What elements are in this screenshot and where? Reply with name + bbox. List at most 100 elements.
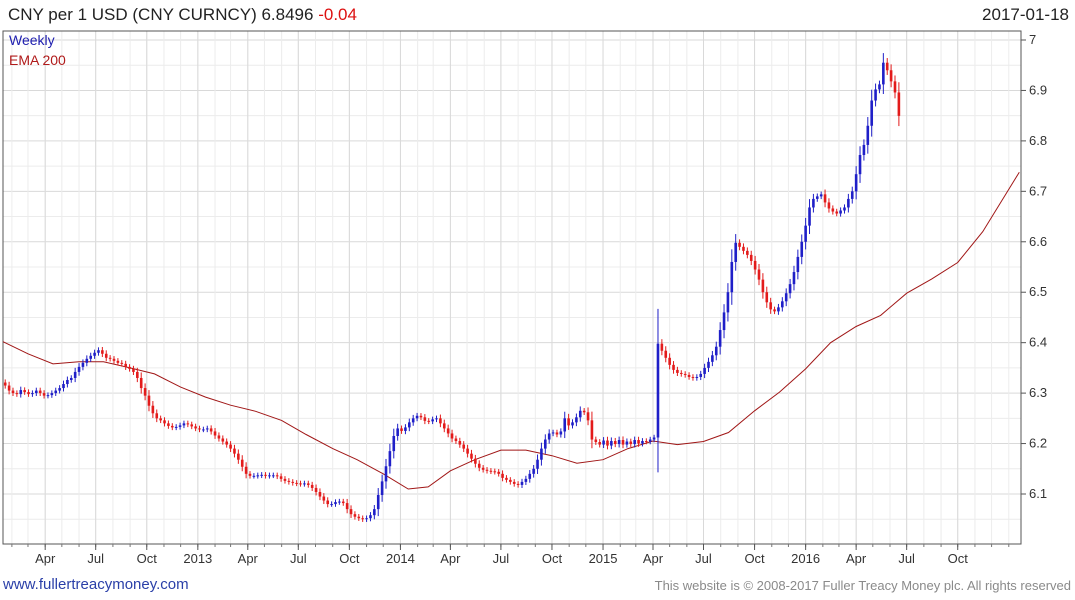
- candle-down: [660, 343, 664, 351]
- x-tick-label: Apr: [35, 551, 56, 566]
- candle-up: [610, 441, 613, 446]
- candle-down: [687, 374, 691, 377]
- candle-down: [501, 473, 504, 478]
- candle-up: [85, 358, 89, 363]
- y-tick-label: 6.6: [1029, 234, 1047, 249]
- candle-down: [155, 413, 159, 419]
- candle-down: [240, 459, 244, 467]
- x-tick-label: Apr: [846, 551, 867, 566]
- candle-down: [194, 426, 197, 429]
- candle-down: [23, 390, 26, 393]
- candle-up: [796, 256, 800, 273]
- candle-down: [287, 480, 291, 482]
- candle-down: [283, 478, 287, 481]
- candle-down: [299, 483, 302, 485]
- y-axis: 6.1 6.2 6.3 6.4 6.5 6.6 6.7 6.8 6.9 7: [1021, 32, 1047, 501]
- candle-down: [233, 448, 236, 454]
- candle-up: [396, 428, 399, 436]
- candle-up: [303, 483, 306, 485]
- candle-up: [625, 441, 629, 445]
- candle-down: [629, 441, 633, 445]
- candle-up: [870, 100, 873, 126]
- candle-up: [19, 390, 23, 395]
- candle-down: [823, 194, 827, 203]
- footer-site-link[interactable]: www.fullertreacymoney.com: [3, 576, 189, 593]
- candle-down: [112, 358, 116, 361]
- candle-down: [217, 435, 221, 439]
- candle-up: [784, 293, 788, 302]
- candle-down: [349, 509, 353, 515]
- candle-down: [439, 418, 442, 424]
- candle-down: [765, 292, 769, 303]
- candle-up: [260, 474, 263, 476]
- candle-up: [536, 459, 539, 469]
- candle-down: [598, 442, 602, 445]
- candle-up: [256, 475, 260, 477]
- candle-up: [843, 207, 846, 211]
- candle-down: [361, 518, 364, 520]
- candle-down: [170, 425, 174, 428]
- y-tick-label: 6.9: [1029, 82, 1047, 97]
- x-tick-label: Oct: [948, 551, 969, 566]
- candle-down: [753, 260, 757, 270]
- candles-layer: [3, 53, 901, 522]
- candle-up: [781, 301, 784, 308]
- candle-down: [139, 377, 143, 389]
- candle-down: [423, 417, 427, 421]
- candle-down: [345, 503, 349, 510]
- candle-up: [547, 433, 551, 440]
- candle-down: [594, 439, 598, 443]
- legend-ema: EMA 200: [9, 52, 66, 68]
- candle-up: [380, 481, 384, 496]
- candle-up: [699, 373, 703, 377]
- candle-up: [31, 393, 34, 395]
- candle-up: [730, 261, 734, 293]
- candle-down: [132, 368, 135, 372]
- candle-up: [812, 198, 815, 208]
- candle-up: [808, 207, 811, 226]
- candle-down: [11, 390, 15, 394]
- candle-down: [683, 373, 687, 375]
- candle-down: [505, 477, 508, 480]
- candle-down: [509, 479, 512, 482]
- candle-up: [847, 198, 850, 208]
- candle-up: [528, 473, 532, 479]
- candle-down: [42, 393, 46, 396]
- candle-down: [466, 448, 469, 454]
- candle-down: [427, 420, 431, 422]
- candle-down: [244, 466, 248, 474]
- x-tick-label: Jul: [290, 551, 307, 566]
- candle-down: [116, 360, 120, 363]
- candle-up: [89, 355, 93, 359]
- candle-down: [477, 463, 481, 468]
- candle-up: [544, 439, 547, 449]
- y-tick-label: 6.2: [1029, 436, 1047, 451]
- candle-up: [559, 431, 563, 435]
- candle-down: [742, 246, 745, 251]
- grid-lines: [3, 31, 1021, 544]
- candle-up: [77, 366, 81, 372]
- candle-down: [761, 279, 765, 293]
- candle-down: [275, 475, 279, 477]
- candle-up: [431, 419, 434, 422]
- candle-down: [143, 388, 147, 396]
- candle-up: [722, 312, 726, 331]
- candle-up: [272, 475, 275, 477]
- candle-up: [373, 509, 376, 516]
- candle-up: [777, 307, 780, 312]
- candle-down: [835, 211, 839, 214]
- candle-up: [648, 439, 652, 442]
- candle-down: [400, 428, 403, 431]
- y-tick-label: 6.8: [1029, 133, 1047, 148]
- candle-up: [520, 481, 524, 485]
- x-tick-label: Oct: [744, 551, 765, 566]
- candle-up: [804, 225, 807, 242]
- y-tick-label: 7: [1029, 32, 1036, 47]
- candle-up: [819, 194, 823, 197]
- candle-down: [7, 385, 11, 391]
- x-tick-label: Jul: [695, 551, 712, 566]
- candle-down: [291, 481, 295, 483]
- candle-down: [225, 441, 228, 445]
- candle-up: [58, 388, 61, 391]
- candle-down: [470, 453, 473, 459]
